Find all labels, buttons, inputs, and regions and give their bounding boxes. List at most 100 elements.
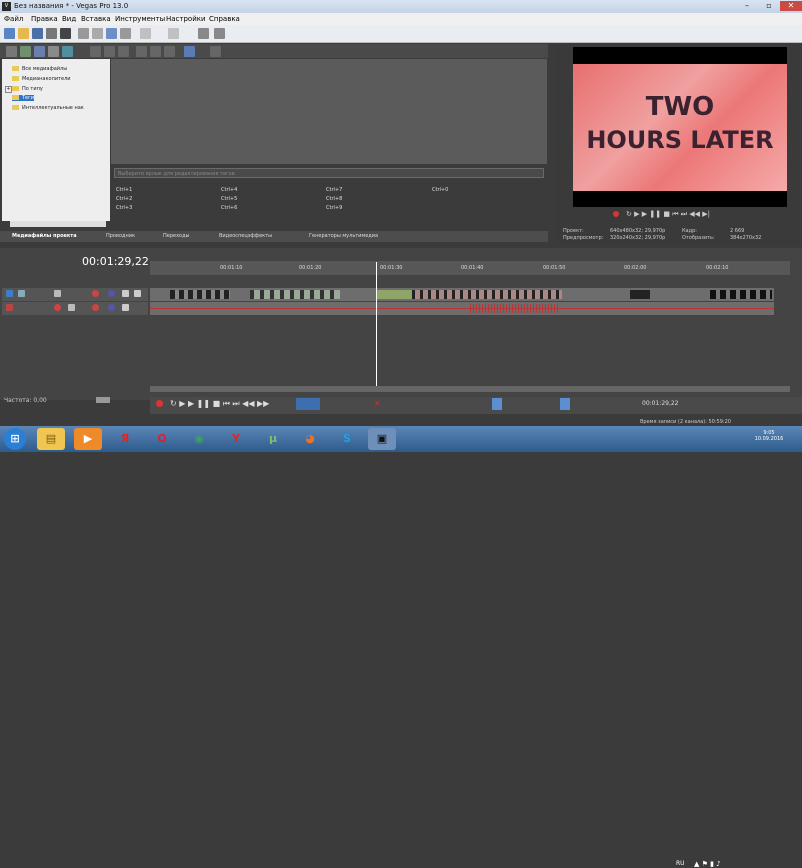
tree-item-media-bins[interactable]: Медианакопители [12,76,71,82]
yandex-browser-icon[interactable]: Y [222,428,250,450]
end-icon[interactable]: ▶| [702,210,710,218]
fx-icon[interactable] [54,290,61,297]
loop-icon[interactable]: ↻ [626,210,632,218]
playhead[interactable] [376,262,377,387]
close-button[interactable]: ✕ [780,1,802,11]
menu-view[interactable]: Вид [62,15,76,23]
open-icon[interactable] [18,28,29,39]
play-icon[interactable]: ▶ [642,210,647,218]
media-fx-icon[interactable] [104,46,115,57]
capture-icon[interactable] [34,46,45,57]
views-icon[interactable] [184,46,195,57]
record-icon[interactable] [156,400,163,407]
edit-tool-icon[interactable] [296,398,320,410]
tags-input[interactable]: Выберите ярлык для редактирования тегов [114,168,544,178]
rate-slider[interactable] [96,397,110,403]
timeline-hscrollbar[interactable] [150,386,790,392]
tab-media-generators[interactable]: Генераторы мультимедиа [309,233,378,239]
next-frame-icon[interactable]: ⏭ [681,210,687,218]
tab-explorer[interactable]: Проводник [106,233,135,239]
paste-icon[interactable] [106,28,117,39]
media-player-icon[interactable]: ▶ [74,428,102,450]
opera-icon[interactable]: O [148,428,176,450]
video-clip[interactable] [412,290,562,299]
render-icon[interactable] [60,28,71,39]
mute-icon[interactable] [122,290,129,297]
web-icon[interactable] [48,46,59,57]
menu-help[interactable]: Справка [209,15,240,23]
start-button[interactable]: ⊞ [4,428,26,450]
timeline-ruler[interactable]: 00:01:10 00:01:20 00:01:30 00:01:40 00:0… [150,261,790,275]
lock-envelopes-icon[interactable] [560,398,570,410]
stop-icon[interactable]: ■ [663,210,670,218]
delete-media-icon[interactable] [90,46,101,57]
stop-media-icon[interactable] [150,46,161,57]
tree-item-smart-bins[interactable]: Интеллектуальные нак [12,105,84,111]
audio-track[interactable] [150,302,774,315]
redo-icon[interactable] [168,28,179,39]
tag-shortcut-1[interactable]: Ctrl+1 [116,187,132,193]
autoplay-icon[interactable] [164,46,175,57]
snap-icon[interactable] [492,398,502,410]
video-clip[interactable] [710,290,772,299]
tag-shortcut-9[interactable]: Ctrl+9 [326,205,342,211]
video-clip[interactable] [170,290,230,299]
pan-icon[interactable] [108,304,115,311]
tab-video-fx[interactable]: Видеоспецэффекты [219,233,272,239]
menu-tools[interactable]: Инструменты [115,15,165,23]
tree-item-tags[interactable]: Теги [12,95,35,101]
audio-fx-icon[interactable] [68,304,75,311]
refresh-icon[interactable] [62,46,73,57]
video-track[interactable] [150,288,774,301]
tab-transitions[interactable]: Переходы [163,233,190,239]
expand-icon[interactable]: + [5,86,12,93]
cut-icon[interactable] [78,28,89,39]
prev-frame-icon[interactable]: ⏮ [672,210,678,218]
expand-track-icon[interactable] [18,290,25,297]
utorrent-icon[interactable]: μ [259,428,287,450]
record-icon[interactable] [613,211,619,217]
tag-shortcut-5[interactable]: Ctrl+5 [221,196,237,202]
search-icon[interactable] [210,46,221,57]
copy-icon[interactable] [92,28,103,39]
tag-shortcut-2[interactable]: Ctrl+2 [116,196,132,202]
tray-icons[interactable]: ▲ ⚑ ▮ ♪ [694,860,721,868]
volume-icon[interactable] [92,304,99,311]
audio-track-header[interactable] [2,302,148,315]
loop-icon[interactable]: ↻ ▶ ▶ ❚❚ ■ ⏮ ⏭ ◀◀ ▶▶ [170,399,269,409]
skype-icon[interactable]: S [333,428,361,450]
save-icon[interactable] [32,28,43,39]
delete-icon[interactable] [120,28,131,39]
import-icon[interactable] [20,46,31,57]
tag-shortcut-6[interactable]: Ctrl+6 [221,205,237,211]
yandex-icon[interactable]: Я [111,428,139,450]
tag-shortcut-4[interactable]: Ctrl+4 [221,187,237,193]
tag-shortcut-0[interactable]: Ctrl+0 [432,187,448,193]
audio-mute-icon[interactable] [122,304,129,311]
pause-icon[interactable]: ❚❚ [649,210,661,218]
normal-edit-icon[interactable] [214,28,225,39]
tree-item-all-media[interactable]: Все медиафайлы [12,66,67,72]
delete-icon[interactable]: ✕ [374,399,381,408]
chrome-icon[interactable]: ◉ [185,428,213,450]
composite-icon[interactable] [108,290,115,297]
video-clip[interactable] [630,290,650,299]
tag-shortcut-3[interactable]: Ctrl+3 [116,205,132,211]
menu-insert[interactable]: Вставка [81,15,111,23]
video-clip[interactable] [250,290,340,299]
menu-file[interactable]: Файл [4,15,23,23]
properties-icon[interactable] [46,28,57,39]
solo-icon[interactable] [134,290,141,297]
video-clip-selected[interactable] [376,290,412,299]
undo-icon[interactable] [140,28,151,39]
menu-edit[interactable]: Правка [31,15,58,23]
record-arm-icon[interactable] [54,304,61,311]
language-indicator[interactable]: RU [676,860,685,867]
video-track-header[interactable] [2,288,148,301]
menu-settings[interactable]: Настройки [166,15,206,23]
minimize-button[interactable]: – [736,1,758,11]
explorer-icon[interactable]: ▤ [37,428,65,450]
play-media-icon[interactable] [136,46,147,57]
firefox-icon[interactable]: ◕ [296,428,324,450]
motion-icon[interactable] [92,290,99,297]
